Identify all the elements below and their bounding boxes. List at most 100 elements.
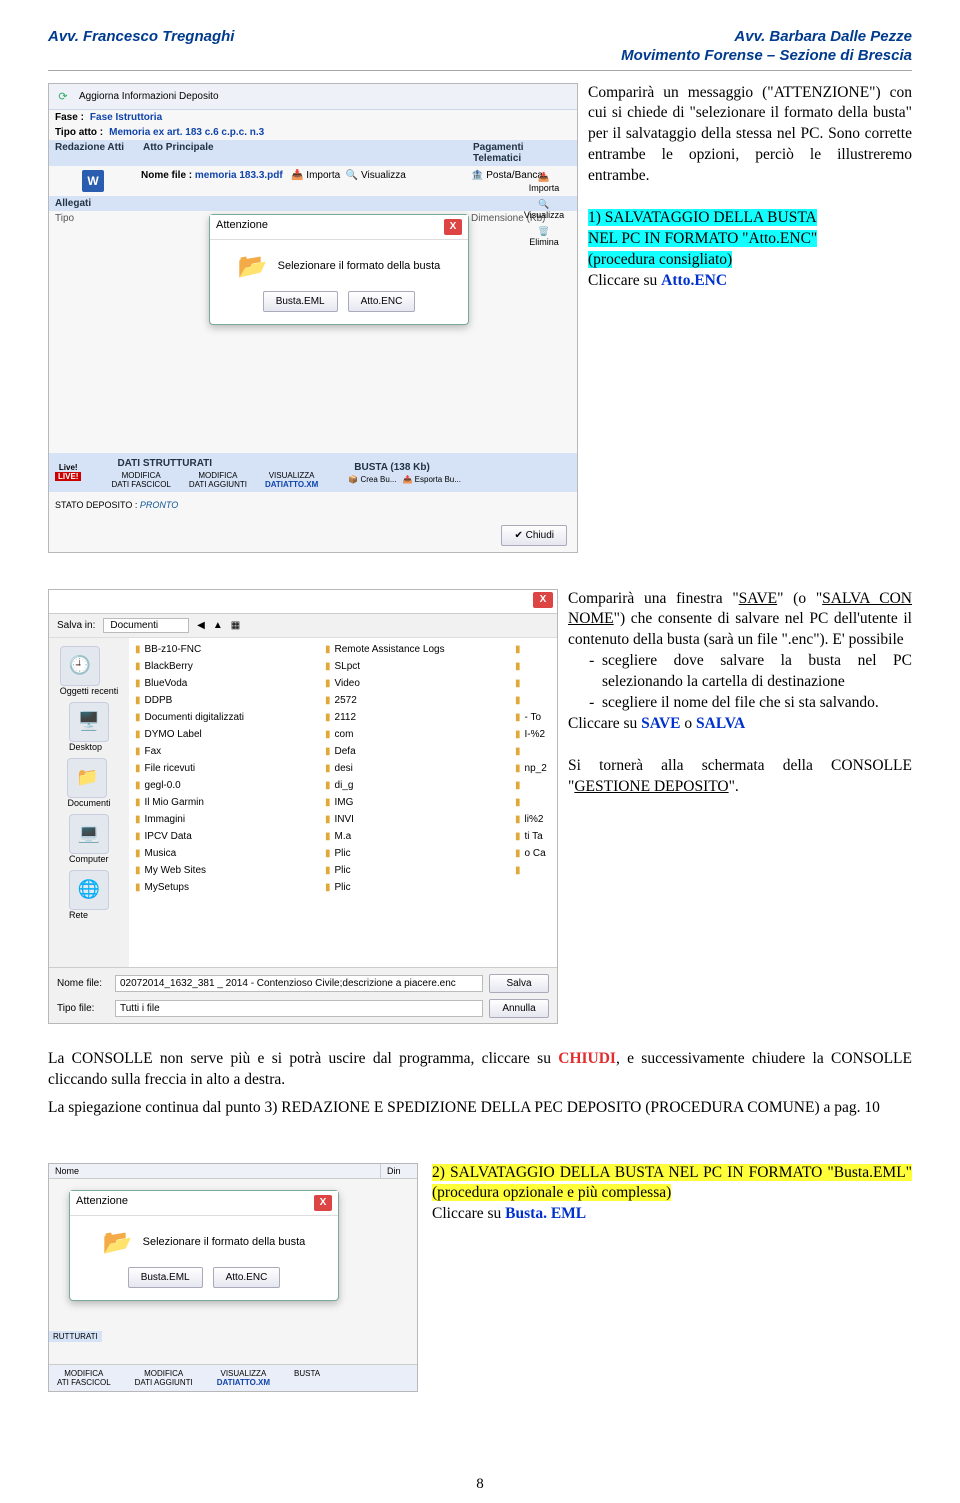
file-item[interactable]: ▮np_2	[513, 761, 553, 777]
folder-icon: ▮	[325, 678, 331, 689]
file-item[interactable]: ▮- To	[513, 710, 553, 726]
mini-busta-eml-button[interactable]: Busta.EML	[128, 1267, 203, 1288]
file-item[interactable]: ▮Documenti digitalizzati	[133, 710, 319, 726]
file-item[interactable]: ▮Plic	[323, 846, 509, 862]
mini-popup-close[interactable]: X	[314, 1195, 332, 1211]
folder-icon: ▮	[135, 882, 141, 893]
file-item[interactable]: ▮My Web Sites	[133, 863, 319, 879]
file-item[interactable]: ▮gegl-0.0	[133, 778, 319, 794]
stato-value: PRONTO	[140, 500, 178, 510]
file-item[interactable]: ▮	[513, 676, 553, 692]
file-item[interactable]: ▮DDPB	[133, 693, 319, 709]
file-item[interactable]: ▮Plic	[323, 863, 509, 879]
folder-icon: ▮	[325, 831, 331, 842]
folder-icon: ▮	[135, 729, 141, 740]
file-item[interactable]: ▮BB-z10-FNC	[133, 642, 319, 658]
file-item[interactable]: ▮Musica	[133, 846, 319, 862]
file-item[interactable]: ▮li%2	[513, 812, 553, 828]
annulla-button[interactable]: Annulla	[489, 999, 549, 1018]
mini-chip2[interactable]: MODIFICADATI AGGIUNTI	[135, 1369, 193, 1387]
busta-eml-button[interactable]: Busta.EML	[263, 291, 338, 312]
file-item[interactable]: ▮Il Mio Garmin	[133, 795, 319, 811]
file-item[interactable]: ▮	[513, 795, 553, 811]
file-item[interactable]: ▮DYMO Label	[133, 727, 319, 743]
tipoatto-label: Tipo atto :	[55, 127, 103, 138]
save-dialog-screenshot: X Salva in: Documenti ◀ ▲ ▦ 🕘Oggetti rec…	[48, 589, 558, 1024]
file-item[interactable]: ▮2112	[323, 710, 509, 726]
chip3b: DATIATTO.XM	[265, 480, 318, 489]
chip-modifica-aggiunti[interactable]: MODIFICADATI AGGIUNTI	[189, 471, 247, 489]
file-item[interactable]: ▮I-%2	[513, 727, 553, 743]
mini-atto-enc-button[interactable]: Atto.ENC	[213, 1267, 281, 1288]
file-item[interactable]: ▮MySetups	[133, 880, 319, 896]
view-icon[interactable]: ▦	[231, 620, 240, 631]
file-item[interactable]: ▮BlackBerry	[133, 659, 319, 675]
folder-icon: ▮	[515, 746, 521, 757]
mini-chip1[interactable]: MODIFICAATI FASCICOL	[57, 1369, 111, 1387]
word-icon[interactable]: W	[82, 170, 104, 192]
file-item[interactable]: ▮desi	[323, 761, 509, 777]
chiudi-button[interactable]: ✔ Chiudi	[501, 525, 567, 546]
file-item[interactable]: ▮SLpct	[323, 659, 509, 675]
fase-label: Fase :	[55, 112, 84, 123]
refresh-label: Aggiorna Informazioni Deposito	[79, 91, 219, 102]
importa-icon[interactable]: 📥	[291, 170, 303, 181]
mini-attenzione-popup: Attenzione X 📂 Selezionare il formato de…	[69, 1190, 339, 1301]
salvain-value[interactable]: Documenti	[103, 618, 189, 633]
save-close-button[interactable]: X	[533, 592, 553, 608]
atto-enc-button[interactable]: Atto.ENC	[348, 291, 416, 312]
nav-back-icon[interactable]: ◀	[197, 620, 205, 631]
documents-icon[interactable]: 📁	[67, 758, 107, 798]
tipofile-combo[interactable]	[115, 1000, 483, 1017]
nav-up-icon[interactable]: ▲	[213, 620, 223, 631]
file-item[interactable]: ▮INVI	[323, 812, 509, 828]
folder-icon: ▮	[515, 814, 521, 825]
bp2: La spiegazione continua dal punto 3) RED…	[48, 1097, 912, 1119]
file-item[interactable]: ▮2572	[323, 693, 509, 709]
popup-title-text: Attenzione	[216, 219, 268, 235]
mini-chip3[interactable]: VISUALIZZADATIATTO.XM	[217, 1369, 270, 1387]
file-item[interactable]: ▮o Ca	[513, 846, 553, 862]
r-visualizza[interactable]: Visualizza	[524, 210, 564, 220]
nomefile-input[interactable]	[115, 975, 483, 992]
network-icon[interactable]: 🌐	[69, 870, 109, 910]
r-elimina[interactable]: Elimina	[529, 237, 559, 247]
file-item[interactable]: ▮di_g	[323, 778, 509, 794]
computer-icon[interactable]: 💻	[69, 814, 109, 854]
popup-close-button[interactable]: X	[444, 219, 462, 235]
desktop-icon[interactable]: 🖥️	[69, 702, 109, 742]
chip-modifica-fascicolo[interactable]: MODIFICADATI FASCICOL	[111, 471, 170, 489]
recent-icon[interactable]: 🕘	[60, 646, 100, 686]
file-item[interactable]: ▮Defa	[323, 744, 509, 760]
file-item[interactable]: ▮com	[323, 727, 509, 743]
file-item[interactable]: ▮	[513, 693, 553, 709]
salva-button[interactable]: Salva	[489, 974, 549, 993]
crea-busta[interactable]: 📦 Crea Bu...	[348, 475, 396, 484]
file-item[interactable]: ▮Immagini	[133, 812, 319, 828]
file-item[interactable]: ▮Remote Assistance Logs	[323, 642, 509, 658]
file-item[interactable]: ▮Plic	[323, 880, 509, 896]
file-item[interactable]: ▮	[513, 863, 553, 879]
file-item[interactable]: ▮M.a	[323, 829, 509, 845]
file-item[interactable]: ▮BlueVoda	[133, 676, 319, 692]
file-item[interactable]: ▮	[513, 778, 553, 794]
file-item[interactable]: ▮File ricevuti	[133, 761, 319, 777]
esporta-busta[interactable]: 📤 Esporta Bu...	[402, 475, 460, 484]
file-item[interactable]: ▮	[513, 659, 553, 675]
chip-visualizza-datiatto[interactable]: VISUALIZZADATIATTO.XM	[265, 471, 318, 489]
file-item[interactable]: ▮Video	[323, 676, 509, 692]
r-importa[interactable]: Importa	[529, 183, 560, 193]
file-item[interactable]: ▮IPCV Data	[133, 829, 319, 845]
folder-icon: ▮	[135, 814, 141, 825]
visualizza-icon[interactable]: 🔍	[346, 170, 358, 181]
file-item[interactable]: ▮ti Ta	[513, 829, 553, 845]
file-item[interactable]: ▮IMG	[323, 795, 509, 811]
file-item[interactable]: ▮	[513, 642, 553, 658]
t2p1a: Comparirà una finestra	[568, 590, 732, 607]
file-item[interactable]: ▮Fax	[133, 744, 319, 760]
file-item[interactable]: ▮	[513, 744, 553, 760]
importa-label: Importa	[306, 170, 340, 181]
mini-col-din: Din	[381, 1164, 417, 1178]
folder-icon: ▮	[135, 712, 141, 723]
file-list[interactable]: ▮BB-z10-FNC▮BlackBerry▮BlueVoda▮DDPB▮Doc…	[129, 638, 557, 991]
